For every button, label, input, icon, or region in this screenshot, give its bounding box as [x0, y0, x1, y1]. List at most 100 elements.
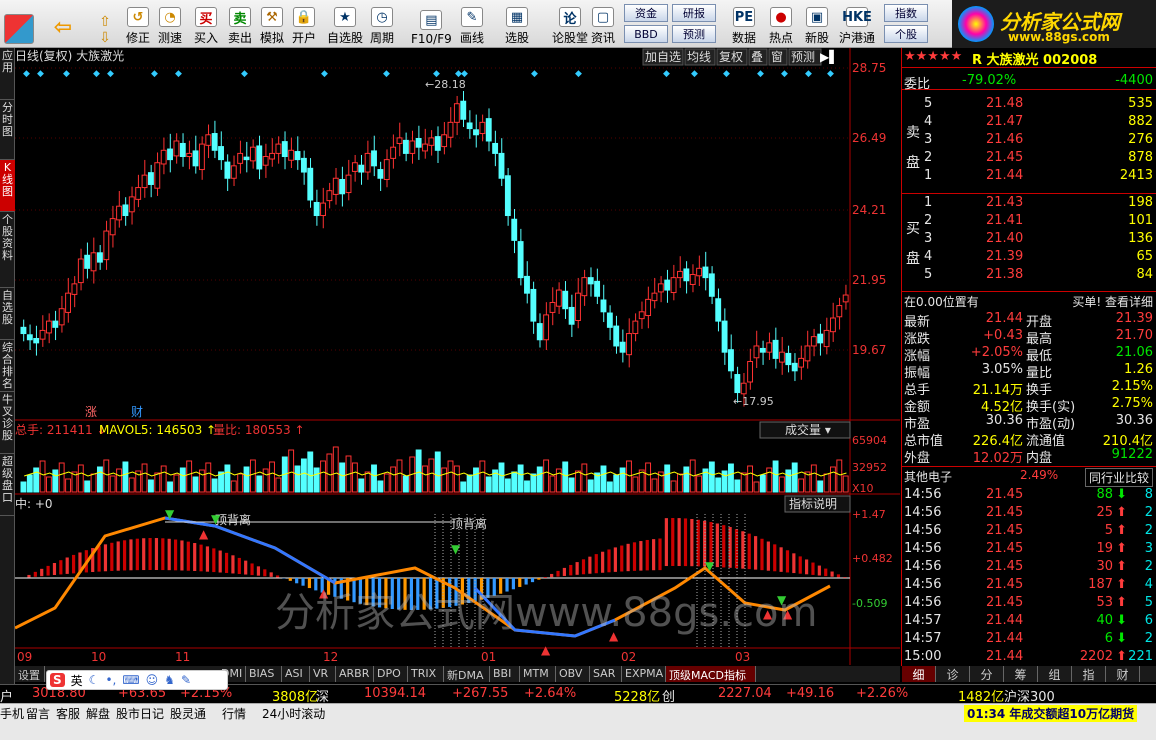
tick-count: 5 [1144, 595, 1153, 610]
back-arrow-icon[interactable]: ⇦ [52, 2, 74, 46]
ime-lang[interactable]: 英 [71, 672, 83, 689]
right-tab-4[interactable]: 组 [1038, 666, 1072, 682]
buy-level[interactable]: 5 21.38 84 [902, 266, 1156, 284]
buy-level[interactable]: 3 21.40 136 [902, 230, 1156, 248]
up-arrow-icon: ⬆ [1116, 577, 1127, 592]
news-ticker[interactable]: 01:34 年成交额超10万亿期货 [964, 705, 1138, 722]
tick-time: 14:56 [904, 487, 942, 502]
menu-6[interactable]: 行情 [222, 705, 246, 722]
toolbar-3[interactable]: 🔒 开户 [292, 2, 316, 46]
menu-3[interactable]: 解盘 [86, 705, 110, 722]
nav-1[interactable]: ◔ 测速 [158, 2, 182, 46]
right-tab-1[interactable]: 诊 [936, 666, 970, 682]
indicator-tab-8[interactable]: 新DMA [444, 666, 490, 682]
indicator-tab-11[interactable]: OBV [556, 666, 590, 682]
right-tab-3[interactable]: 筹 [1004, 666, 1038, 682]
indicator-tab-5[interactable]: ARBR [336, 666, 374, 682]
sector-compare-button[interactable]: 同行业比较 [1084, 468, 1153, 487]
punct-icon[interactable]: •, [105, 673, 116, 687]
view-detail-link[interactable]: 买单! 查看详细 [1072, 293, 1153, 310]
menu-5[interactable]: 股灵通 [170, 705, 206, 722]
yuce-button[interactable]: 预测 [672, 25, 716, 43]
indicator-tab-0[interactable]: 设置 [15, 666, 45, 682]
tick-time: 14:56 [904, 559, 942, 574]
toolbar-12[interactable]: ● 热点 [769, 2, 793, 46]
sell-level[interactable]: 1 21.44 2413 [902, 167, 1156, 185]
nav-up-down[interactable]: ⇧ ⇩ [94, 2, 116, 46]
buy-level[interactable]: 1 21.43 198 [902, 194, 1156, 212]
leftbar-item-1[interactable]: 分时图 [0, 100, 15, 160]
indicator-tab-6[interactable]: DPO [374, 666, 408, 682]
indicator-tab-4[interactable]: VR [310, 666, 336, 682]
menu-4[interactable]: 股市日记 [116, 705, 164, 722]
menu-7[interactable]: 24小时滚动 [262, 705, 325, 722]
indicator-tab-10[interactable]: MTM [520, 666, 556, 682]
toolbar-2[interactable]: ⚒ 模拟 [260, 2, 284, 46]
right-tab-5[interactable]: 指 [1072, 666, 1106, 682]
stock-button[interactable]: 个股 [884, 25, 928, 43]
tick-count: 2 [1144, 559, 1153, 574]
nav-0[interactable]: ↺ 修正 [126, 2, 150, 46]
buy-level[interactable]: 2 21.41 101 [902, 212, 1156, 230]
moon-icon[interactable]: ☾ [89, 673, 100, 687]
volume-bar [600, 465, 607, 493]
toolbar-1[interactable]: 卖卖出 [228, 2, 252, 46]
leftbar-item-4[interactable]: 自选股 [0, 288, 15, 340]
keyboard-icon[interactable]: ⌨ [122, 673, 139, 687]
signal-diamond-icon: ◆ [531, 69, 538, 79]
toolbar-8[interactable]: ▦ 选股 [505, 2, 529, 46]
leftbar-item-7[interactable]: 超级盘口 [0, 454, 15, 516]
kline-chart-svg[interactable]: 日线(复权) 大族激光 加自选 均线 复权叠窗预测 ▶▌ 28.75 26.49 24.21 2… [14, 48, 900, 668]
leftbar-item-3[interactable]: 个股资料 [0, 212, 15, 288]
leftbar-item-5[interactable]: 综合排名 [0, 340, 15, 392]
quote-label: 内盘 [1026, 451, 1053, 466]
leftbar-item-0[interactable]: 应用 [0, 48, 15, 100]
toolbar-10[interactable]: ▢ 资讯 [591, 2, 615, 46]
weibi-pct: -79.02% [962, 73, 1017, 88]
toolbar-4[interactable]: ★ 自选股 [327, 2, 363, 46]
sell-level[interactable]: 5 21.48 535 [902, 95, 1156, 113]
indicator-tab-3[interactable]: ASI [282, 666, 310, 682]
toolbar-0[interactable]: 买买入 [194, 2, 218, 46]
indicator-tab-14[interactable]: 顶级MACD指标 [666, 666, 756, 682]
right-tab-0[interactable]: 细 [902, 666, 936, 682]
toolbar-14[interactable]: HKE 沪港通 [839, 2, 875, 46]
sell-level[interactable]: 2 21.45 878 [902, 149, 1156, 167]
marker-cai[interactable]: 财 [131, 405, 143, 419]
indicator-tab-2[interactable]: BIAS [246, 666, 282, 682]
indicator-tab-9[interactable]: BBI [490, 666, 520, 682]
toolbar-6[interactable]: ▤ F10/F9 [411, 2, 452, 46]
volume-bar [358, 478, 365, 493]
level-volume: 276 [1128, 132, 1153, 147]
toolbar-9[interactable]: 论论股堂 [552, 2, 588, 46]
leftbar-item-6[interactable]: 牛叉诊股 [0, 392, 15, 454]
indicator-tab-13[interactable]: EXPMA [622, 666, 666, 682]
yanbao-button[interactable]: 研报 [672, 4, 716, 22]
indicator-tab-12[interactable]: SAR [590, 666, 622, 682]
indicator-tab-7[interactable]: TRIX [408, 666, 444, 682]
toolbar-7[interactable]: ✎ 画线 [460, 2, 484, 46]
buy-level[interactable]: 4 21.39 65 [902, 248, 1156, 266]
sell-level[interactable]: 3 21.46 276 [902, 131, 1156, 149]
menu-arrow-icon[interactable]: ▶▌ [820, 49, 838, 64]
menu-1[interactable]: 留言 [26, 705, 50, 722]
right-tab-6[interactable]: 财 [1106, 666, 1140, 682]
bbd-button[interactable]: BBD [624, 25, 668, 43]
menu-0[interactable]: 手机 [0, 705, 24, 722]
leftbar-item-2[interactable]: K线图 [0, 160, 15, 212]
index-button[interactable]: 指数 [884, 4, 928, 22]
toolbar-5[interactable]: ◷ 周期 [370, 2, 394, 46]
app-grid-icon[interactable] [4, 2, 34, 46]
kline-chart-area[interactable]: 日线(复权) 大族激光 加自选 均线 复权叠窗预测 ▶▌ 28.75 26.49 24.21 2… [14, 48, 900, 668]
wrench-icon[interactable]: ✎ [181, 673, 191, 687]
menu-2[interactable]: 客服 [56, 705, 80, 722]
right-tab-2[interactable]: 分 [970, 666, 1004, 682]
toolbar-11[interactable]: PE 数据 [732, 2, 756, 46]
marker-zhang[interactable]: 涨 [85, 404, 97, 419]
toolbar-13[interactable]: ▣ 新股 [805, 2, 829, 46]
zijin-button[interactable]: 资金 [624, 4, 668, 22]
sell-level[interactable]: 4 21.47 882 [902, 113, 1156, 131]
user-icon[interactable]: ☺ [146, 673, 159, 687]
ime-toolbar[interactable]: S 英 ☾ •, ⌨ ☺ ♞ ✎ [46, 670, 228, 690]
shirt-icon[interactable]: ♞ [164, 673, 175, 687]
